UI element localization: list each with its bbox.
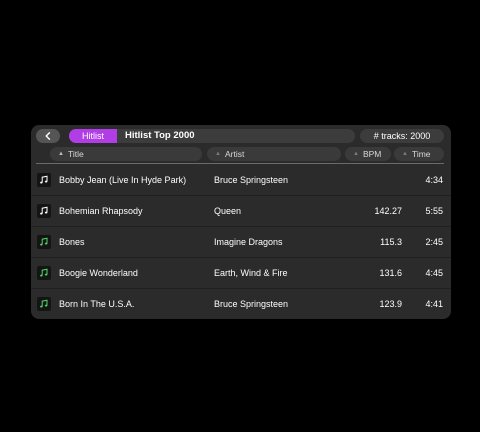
track-time: 2:45 — [425, 237, 443, 247]
column-header-time-label: Time — [411, 149, 431, 159]
track-bpm: 131.6 — [379, 268, 402, 278]
table-row[interactable]: Boogie Wonderland Earth, Wind & Fire 131… — [31, 258, 451, 289]
sort-ascending-icon: ▲ — [58, 151, 64, 157]
column-header-title-label: Title — [67, 149, 84, 159]
track-title: Born In The U.S.A. — [59, 299, 135, 309]
chevron-left-icon — [45, 132, 51, 140]
music-note-icon — [37, 297, 51, 311]
playlist-panel: Hitlist Hitlist Top 2000 # tracks: 2000 … — [31, 125, 451, 319]
sort-indicator-icon: ▲ — [353, 151, 359, 157]
sort-indicator-icon: ▲ — [215, 151, 221, 157]
column-header-time[interactable]: ▲ Time — [394, 147, 444, 161]
breadcrumb-hitlist[interactable]: Hitlist — [69, 129, 117, 143]
track-title: Boogie Wonderland — [59, 268, 138, 278]
sort-indicator-icon: ▲ — [402, 151, 408, 157]
back-button[interactable] — [36, 129, 60, 143]
track-bpm: 115.3 — [380, 237, 402, 247]
table-row[interactable]: Bohemian Rhapsody Queen 142.27 5:55 — [31, 196, 451, 227]
column-header-title[interactable]: ▲ Title — [50, 147, 202, 161]
track-artist: Bruce Springsteen — [214, 299, 289, 309]
track-artist: Queen — [214, 206, 242, 216]
music-note-icon — [37, 235, 51, 249]
track-time: 4:34 — [425, 175, 443, 185]
track-title: Bobby Jean (Live In Hyde Park) — [59, 175, 187, 185]
track-artist: Earth, Wind & Fire — [214, 268, 288, 278]
track-time: 5:55 — [425, 206, 443, 216]
table-row[interactable]: Born In The U.S.A. Bruce Springsteen 123… — [31, 289, 451, 319]
playlist-header: Hitlist Hitlist Top 2000 # tracks: 2000 — [31, 125, 451, 147]
playlist-title: Hitlist Top 2000 — [125, 130, 195, 141]
column-header-bpm[interactable]: ▲ BPM — [345, 147, 391, 161]
track-bpm: 123.9 — [379, 299, 402, 309]
track-time: 4:45 — [425, 268, 443, 278]
track-title: Bohemian Rhapsody — [59, 206, 143, 216]
music-note-icon — [37, 173, 51, 187]
table-row[interactable]: Bones Imagine Dragons 115.3 2:45 — [31, 227, 451, 258]
track-count-badge: # tracks: 2000 — [360, 129, 444, 143]
track-title: Bones — [59, 237, 85, 247]
column-header-artist[interactable]: ▲ Artist — [207, 147, 341, 161]
table-row[interactable]: Bobby Jean (Live In Hyde Park) Bruce Spr… — [31, 165, 451, 196]
track-time: 4:41 — [425, 299, 443, 309]
header-divider — [36, 163, 444, 164]
track-bpm: 142.27 — [374, 206, 402, 216]
music-note-icon — [37, 204, 51, 218]
track-artist: Imagine Dragons — [214, 237, 283, 247]
track-artist: Bruce Springsteen — [214, 175, 289, 185]
column-header-bpm-label: BPM — [362, 149, 382, 159]
column-header-artist-label: Artist — [224, 149, 245, 159]
music-note-icon — [37, 266, 51, 280]
